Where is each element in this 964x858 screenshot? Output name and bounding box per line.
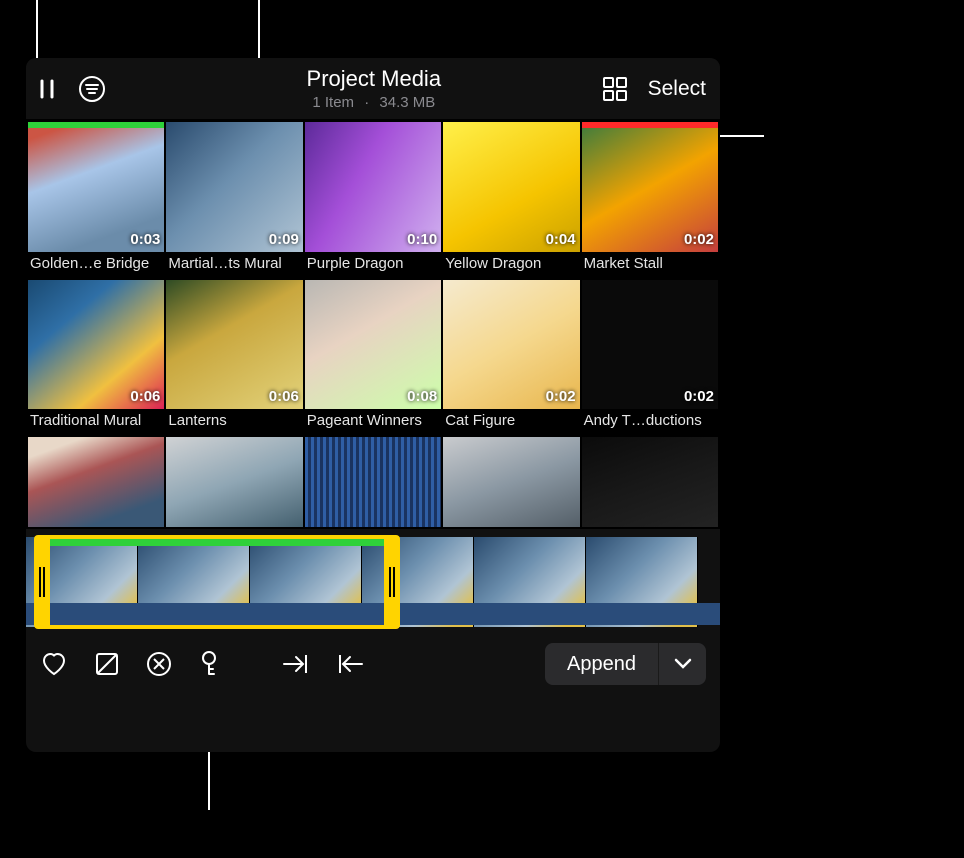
clip-duration: 0:02 (546, 388, 576, 405)
callout-line (208, 752, 210, 810)
media-clip[interactable]: 0:03 Golden…e Bridge (28, 122, 164, 278)
clip-label: Andy T…ductions (582, 409, 718, 435)
filmstrip[interactable] (26, 531, 720, 633)
header-bar: Project Media 1 Item · 34.3 MB Select (26, 58, 720, 120)
media-clip[interactable]: 0:02 Cat Figure (443, 280, 579, 436)
filmstrip-audio-waveform (26, 603, 720, 625)
clip-label: Martial…ts Mural (166, 252, 302, 278)
media-clip[interactable]: 0:06 Traditional Mural (28, 280, 164, 436)
filmstrip-favorite-marker (46, 539, 391, 546)
media-clip[interactable]: 0:04 Yellow Dragon (443, 122, 579, 278)
clip-label: Purple Dragon (305, 252, 441, 278)
clip-label: Cat Figure (443, 409, 579, 435)
clip-label: Lanterns (166, 409, 302, 435)
media-clip[interactable]: 0:06 Lanterns (166, 280, 302, 436)
favorite-icon[interactable] (40, 651, 68, 677)
media-clip[interactable]: 0:02 Market Stall (582, 122, 718, 278)
media-clip[interactable]: 0:09 Martial…ts Mural (166, 122, 302, 278)
media-clip[interactable] (443, 437, 579, 527)
clip-label: Traditional Mural (28, 409, 164, 435)
clip-duration: 0:03 (130, 231, 160, 248)
media-browser-panel: Project Media 1 Item · 34.3 MB Select 0:… (26, 58, 720, 752)
clip-label: Pageant Winners (305, 409, 441, 435)
clip-label: Golden…e Bridge (28, 252, 164, 278)
clip-duration: 0:08 (407, 388, 437, 405)
clip-duration: 0:09 (269, 231, 299, 248)
media-grid: 0:03Golden…e Bridge0:09Martial…ts Mural0… (26, 120, 720, 529)
chevron-down-icon (674, 658, 692, 670)
bottom-toolbar: Append (26, 633, 720, 695)
media-clip[interactable] (166, 437, 302, 527)
clip-duration: 0:06 (269, 388, 299, 405)
callout-line (258, 0, 260, 58)
media-clip[interactable]: 0:02 Andy T…ductions (582, 280, 718, 436)
clip-duration: 0:10 (407, 231, 437, 248)
clip-duration: 0:06 (130, 388, 160, 405)
media-clip[interactable] (582, 437, 718, 527)
media-clip[interactable] (305, 437, 441, 527)
media-clip[interactable]: 0:10 Purple Dragon (305, 122, 441, 278)
filter-list-icon[interactable] (78, 75, 106, 103)
mark-out-icon[interactable] (336, 653, 366, 675)
filmstrip-handle-right[interactable] (384, 535, 400, 629)
unrate-icon[interactable] (94, 651, 120, 677)
select-button[interactable]: Select (648, 77, 706, 101)
callout-line (720, 135, 764, 137)
panel-subtitle: 1 Item · 34.3 MB (146, 94, 602, 111)
pause-icon[interactable] (40, 79, 56, 99)
panel-title: Project Media (146, 66, 602, 92)
media-clip[interactable] (28, 437, 164, 527)
clip-duration: 0:04 (546, 231, 576, 248)
clip-label: Market Stall (582, 252, 718, 278)
media-clip[interactable]: 0:08 Pageant Winners (305, 280, 441, 436)
clip-label: Yellow Dragon (443, 252, 579, 278)
clip-duration: 0:02 (684, 388, 714, 405)
filmstrip-handle-left[interactable] (34, 535, 50, 629)
layout-grid-icon[interactable] (602, 76, 628, 102)
keyword-icon[interactable] (198, 650, 220, 678)
clip-tag-bar (582, 122, 718, 128)
append-button-group: Append (545, 643, 706, 685)
mark-in-icon[interactable] (280, 653, 310, 675)
callout-line (36, 0, 38, 58)
reject-icon[interactable] (146, 651, 172, 677)
append-button[interactable]: Append (545, 643, 658, 685)
clip-tag-bar (28, 122, 164, 128)
append-menu-button[interactable] (658, 643, 706, 685)
clip-duration: 0:02 (684, 231, 714, 248)
